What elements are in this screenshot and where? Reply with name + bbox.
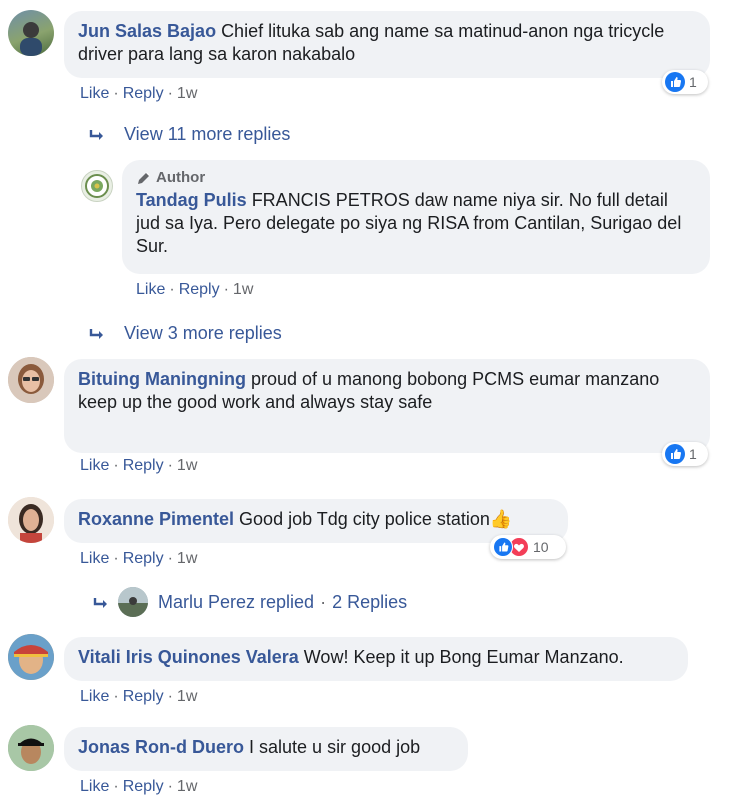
reply-link[interactable]: Reply <box>179 281 220 298</box>
avatar[interactable] <box>8 497 54 543</box>
timestamp[interactable]: 1w <box>177 550 197 567</box>
avatar[interactable] <box>8 634 54 680</box>
comment-bubble: Jonas Ron-d Duero I salute u sir good job <box>64 727 468 771</box>
separator: · <box>113 778 119 795</box>
reply-arrow-icon <box>89 329 103 339</box>
comment-bubble: Jun Salas Bajao Chief lituka sab ang name… <box>64 11 710 78</box>
reaction-count: 1 <box>689 74 697 90</box>
reaction-summary[interactable]: 10 <box>490 535 566 559</box>
comment-bubble: Vitali Iris Quinones Valera Wow! Keep it … <box>64 637 688 681</box>
comment-actions: Like · Reply · 1w <box>80 457 197 475</box>
commenter-name[interactable]: Jun Salas Bajao <box>78 21 216 41</box>
replies-count: 2 Replies <box>332 592 408 612</box>
reply-bubble: Tandag Pulis FRANCIS PETROS daw name niya… <box>122 160 710 274</box>
comment-bubble: Bituing Maningning proud of u manong bobo… <box>64 359 710 453</box>
reply-link[interactable]: Reply <box>123 550 164 567</box>
timestamp[interactable]: 1w <box>177 778 197 795</box>
comment-text: I salute u sir good job <box>249 737 421 757</box>
avatar-photo-icon <box>20 22 42 56</box>
timestamp[interactable]: 1w <box>177 688 197 705</box>
comment-actions: Like · Reply · 1w <box>80 778 197 796</box>
avatar[interactable] <box>8 357 54 403</box>
reaction-summary[interactable]: 1 <box>662 442 708 466</box>
commenter-name[interactable]: Bituing Maningning <box>78 369 246 389</box>
author-badge: Author <box>156 169 206 186</box>
pencil-icon <box>138 172 150 184</box>
timestamp[interactable]: 1w <box>177 85 197 102</box>
separator: · <box>113 688 119 705</box>
like-link[interactable]: Like <box>80 85 109 102</box>
reply-link[interactable]: Reply <box>123 778 164 795</box>
reaction-count: 10 <box>533 539 549 555</box>
replier-avatar[interactable] <box>118 587 148 617</box>
avatar[interactable] <box>8 10 54 56</box>
comment-text: proud of u manong bobong PCMS eumar manz… <box>250 369 660 389</box>
avatar-photo-icon <box>8 357 54 403</box>
reply-link[interactable]: Reply <box>123 457 164 474</box>
separator: · <box>320 592 327 612</box>
comment-actions: Like · Reply · 1w <box>80 688 197 706</box>
reply-arrow-icon <box>89 130 103 140</box>
comment-text-line2: keep up the good work and always stay sa… <box>78 392 433 412</box>
like-link[interactable]: Like <box>80 778 109 795</box>
avatar-photo-icon <box>8 634 54 680</box>
commenter-name[interactable]: Roxanne Pimentel <box>78 509 234 529</box>
reaction-count: 1 <box>689 446 697 462</box>
avatar[interactable] <box>8 725 54 771</box>
reply-arrow-icon <box>93 598 107 608</box>
comment-actions: Like · Reply · 1w <box>136 281 253 299</box>
timestamp[interactable]: 1w <box>233 281 253 298</box>
commenter-name[interactable]: Jonas Ron-d Duero <box>78 737 244 757</box>
view-more-replies-link[interactable]: View 3 more replies <box>124 323 282 344</box>
comment-bubble: Roxanne Pimentel Good job Tdg city police… <box>64 499 568 543</box>
avatar-photo-icon <box>8 725 54 771</box>
separator: · <box>169 281 175 298</box>
reply-link[interactable]: Reply <box>123 688 164 705</box>
separator: · <box>167 688 173 705</box>
like-link[interactable]: Like <box>136 281 165 298</box>
like-link[interactable]: Like <box>80 688 109 705</box>
separator: · <box>167 457 173 474</box>
reaction-summary[interactable]: 1 <box>662 70 708 94</box>
like-reaction-icon <box>665 444 685 464</box>
avatar-photo-icon <box>8 497 54 543</box>
separator: · <box>113 457 119 474</box>
commenter-name[interactable]: Tandag Pulis <box>136 190 247 210</box>
like-reaction-icon <box>665 72 685 92</box>
comment-text: Good job Tdg city police station👍 <box>239 509 513 529</box>
like-reaction-icon <box>493 537 513 557</box>
replies-summary-link[interactable]: Marlu Perez replied · 2 Replies <box>158 592 407 613</box>
view-more-replies-link[interactable]: View 11 more replies <box>124 124 290 145</box>
reply-link[interactable]: Reply <box>123 85 164 102</box>
comment-actions: Like · Reply · 1w <box>80 85 197 103</box>
separator: · <box>167 550 173 567</box>
separator: · <box>113 85 119 102</box>
commenter-name[interactable]: Vitali Iris Quinones Valera <box>78 647 299 667</box>
avatar[interactable] <box>81 170 113 202</box>
separator: · <box>223 281 229 298</box>
separator: · <box>167 85 173 102</box>
comment-actions: Like · Reply · 1w <box>80 550 197 568</box>
like-link[interactable]: Like <box>80 550 109 567</box>
like-link[interactable]: Like <box>80 457 109 474</box>
comment-text: Wow! Keep it up Bong Eumar Manzano. <box>303 647 624 667</box>
avatar-photo-icon <box>118 587 148 617</box>
separator: · <box>167 778 173 795</box>
replied-by-text: Marlu Perez replied <box>158 592 315 612</box>
timestamp[interactable]: 1w <box>177 457 197 474</box>
separator: · <box>113 550 119 567</box>
police-seal-icon <box>85 174 109 198</box>
